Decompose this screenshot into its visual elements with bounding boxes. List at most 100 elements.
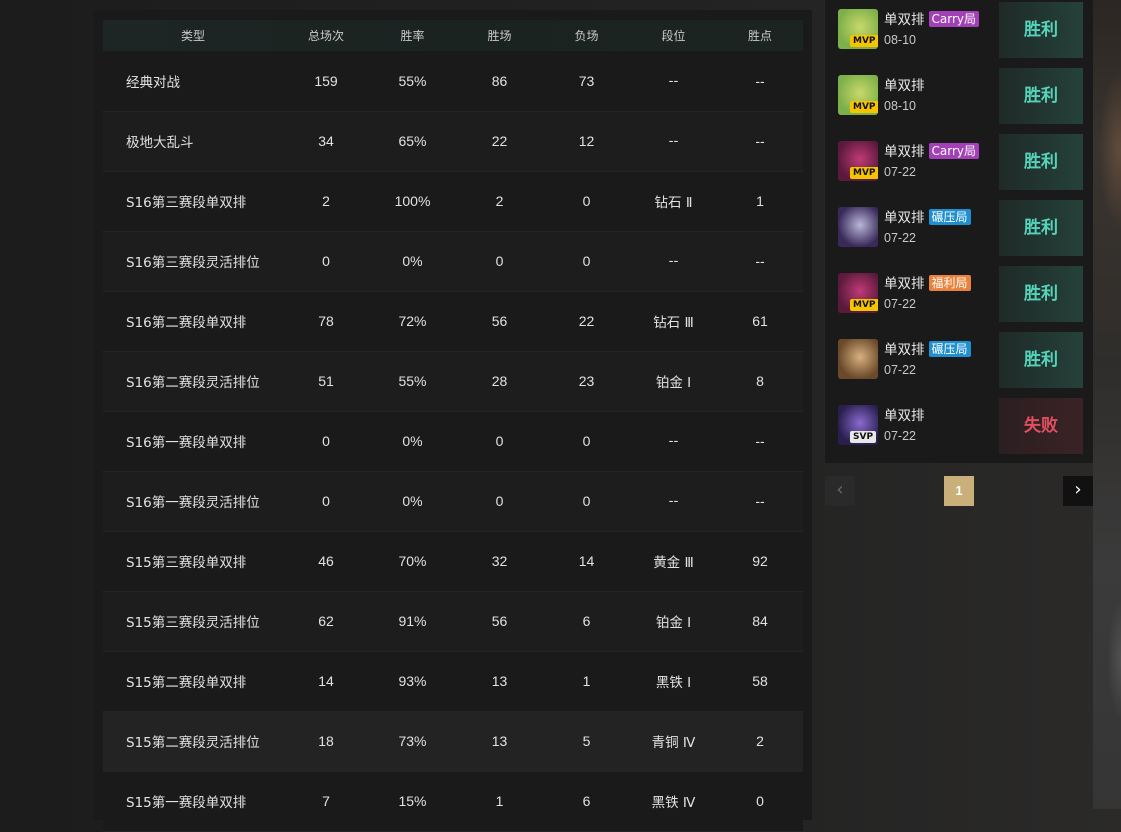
result-win-badge: 胜利	[999, 134, 1083, 190]
page-number-button[interactable]: 1	[944, 476, 974, 506]
match-mode-label: 单双排	[884, 276, 925, 292]
result-loss-badge: 失败	[999, 398, 1083, 454]
cell-lp: 92	[752, 553, 768, 569]
cell-losses: 73	[578, 72, 595, 89]
cell-rate: 0%	[402, 433, 423, 449]
cell-type: S16第一赛段单双排	[126, 435, 247, 451]
cell-losses: 0	[582, 253, 591, 269]
champion-avatar: MVP	[838, 273, 878, 313]
cell-type: S15第三赛段灵活排位	[126, 615, 260, 631]
match-item[interactable]: MVP 单双排 Carry局 08-10 胜利	[825, 2, 1093, 58]
champion-avatar: SVP	[838, 405, 878, 445]
table-row: S16第一赛段灵活排位 0 0% 0 0 -- --	[103, 471, 803, 531]
match-date: 07-22	[884, 297, 916, 311]
match-history-list: MVP 单双排 Carry局 08-10 胜利 MVP 单双排 08-10 胜利 MVP 单双排 Ca…	[825, 0, 1093, 463]
result-win-badge: 胜利	[999, 200, 1083, 256]
match-item[interactable]: MVP 单双排 Carry局 07-22 胜利	[825, 134, 1093, 190]
cell-tier: --	[668, 72, 679, 89]
cell-total: 78	[318, 313, 334, 329]
match-date: 08-10	[884, 99, 916, 113]
result-win-badge: 胜利	[999, 332, 1083, 388]
cell-total: 0	[322, 493, 330, 509]
stats-table: 类型 总场次 胜率 胜场 负场 段位 胜点 经典对战 159 55% 86 73 -- -- 极地大乱斗 3…	[103, 20, 803, 832]
svp-badge: SVP	[850, 431, 877, 443]
cell-tier: --	[668, 133, 679, 149]
cell-lp: 8	[756, 373, 764, 389]
cell-wins: 22	[491, 133, 508, 149]
chevron-right-icon: ›	[1074, 479, 1082, 500]
table-row: S16第三赛段单双排 2 100% 2 0 钻石 Ⅱ 1	[103, 171, 803, 231]
cell-lp: 58	[752, 673, 768, 689]
cell-total: 0	[322, 253, 330, 269]
background-art	[1093, 0, 1121, 809]
cell-lp: 0	[756, 793, 764, 809]
prev-page-button[interactable]: ‹	[825, 476, 855, 506]
stats-table-wrap: 类型 总场次 胜率 胜场 负场 段位 胜点 经典对战 159 55% 86 73 -- -- 极地大乱斗 3…	[103, 20, 803, 832]
result-win-badge: 胜利	[999, 68, 1083, 124]
match-mode-label: 单双排	[884, 12, 925, 28]
cell-total: 51	[318, 373, 334, 389]
cell-total: 62	[318, 613, 334, 629]
cell-total: 2	[322, 193, 330, 209]
match-item[interactable]: 单双排 碾压局 07-22 胜利	[825, 332, 1093, 388]
stats-table-body: 经典对战 159 55% 86 73 -- -- 极地大乱斗 34 65% 22 12 -- -- S16第…	[103, 51, 803, 831]
cell-wins: 2	[495, 193, 504, 209]
champion-avatar: MVP	[838, 9, 878, 49]
cell-rate: 0%	[402, 253, 423, 269]
match-mode: 单双排	[884, 74, 925, 94]
cell-wins: 0	[495, 253, 504, 269]
cell-rate: 70%	[398, 553, 427, 569]
cell-tier: --	[668, 433, 679, 449]
cell-wins: 56	[491, 313, 508, 329]
match-mode-label: 单双排	[884, 408, 925, 424]
cell-rate: 100%	[394, 193, 431, 209]
column-header: 胜点	[747, 29, 772, 43]
match-date: 07-22	[884, 363, 916, 377]
cell-lp: --	[755, 493, 765, 509]
cell-wins: 28	[491, 373, 508, 389]
result-win-badge: 胜利	[999, 266, 1083, 322]
champion-avatar	[838, 339, 878, 379]
match-mode: 单双排 碾压局	[884, 206, 971, 226]
cell-tier: 钻石 Ⅱ	[654, 195, 693, 211]
cell-losses: 0	[582, 493, 591, 509]
cell-rate: 72%	[398, 313, 427, 329]
cell-tier: --	[668, 493, 679, 509]
cell-total: 7	[322, 793, 330, 809]
table-row: S15第三赛段单双排 46 70% 32 14 黄金 Ⅲ 92	[103, 531, 803, 591]
cell-type: S16第三赛段灵活排位	[126, 255, 260, 271]
column-header: 段位	[661, 29, 686, 43]
cell-losses: 0	[582, 193, 591, 209]
cell-tier: 钻石 Ⅲ	[653, 315, 694, 331]
match-item[interactable]: 单双排 碾压局 07-22 胜利	[825, 200, 1093, 256]
champion-avatar: MVP	[838, 141, 878, 181]
match-date: 07-22	[884, 165, 916, 179]
table-row: S15第二赛段灵活排位 18 73% 13 5 青铜 Ⅳ 2	[103, 711, 803, 771]
cell-losses: 5	[582, 733, 591, 749]
column-header: 胜率	[400, 29, 425, 43]
table-row: S16第一赛段单双排 0 0% 0 0 -- --	[103, 411, 803, 471]
match-mode-label: 单双排	[884, 342, 925, 358]
cell-wins: 32	[491, 553, 508, 569]
cell-rate: 0%	[402, 493, 423, 509]
cell-tier: 青铜 Ⅳ	[651, 735, 696, 751]
champion-avatar: MVP	[838, 75, 878, 115]
match-item[interactable]: MVP 单双排 福利局 07-22 胜利	[825, 266, 1093, 322]
table-row: S16第二赛段灵活排位 51 55% 28 23 铂金 Ⅰ 8	[103, 351, 803, 411]
column-header: 胜场	[487, 29, 512, 43]
match-item[interactable]: MVP 单双排 08-10 胜利	[825, 68, 1093, 124]
match-date: 07-22	[884, 429, 916, 443]
cell-wins: 13	[491, 733, 508, 749]
cell-type: S16第三赛段单双排	[126, 195, 247, 211]
cell-total: 14	[318, 673, 334, 689]
table-row: 极地大乱斗 34 65% 22 12 -- --	[103, 111, 803, 171]
match-tag: Carry局	[928, 11, 979, 27]
cell-type: S15第三赛段单双排	[126, 555, 247, 571]
cell-losses: 0	[582, 433, 591, 449]
cell-total: 34	[318, 133, 334, 149]
stats-panel: 类型 总场次 胜率 胜场 负场 段位 胜点 经典对战 159 55% 86 73 -- -- 极地大乱斗 3…	[93, 10, 812, 831]
table-row: 经典对战 159 55% 86 73 -- --	[103, 51, 803, 111]
next-page-button[interactable]: ›	[1063, 476, 1093, 506]
column-header: 负场	[574, 29, 599, 43]
match-item[interactable]: SVP 单双排 07-22 失败	[825, 398, 1093, 454]
